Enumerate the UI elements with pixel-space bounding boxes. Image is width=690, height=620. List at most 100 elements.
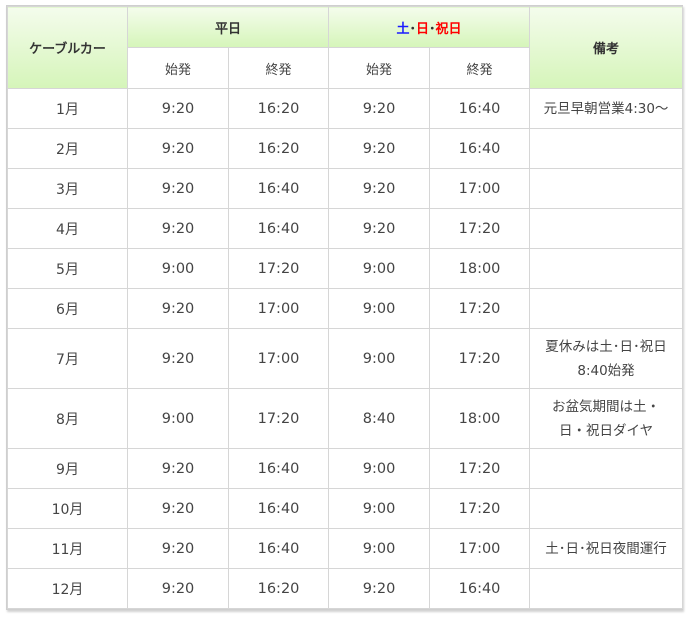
- weekday-first-cell: 9:20: [127, 208, 229, 249]
- holiday-last-cell: 18:00: [429, 388, 531, 449]
- note-cell: [529, 248, 684, 289]
- weekday-first-cell: 9:20: [127, 448, 229, 489]
- weekday-first-cell: 9:20: [127, 168, 229, 209]
- note-line: 日・祝日ダイヤ: [558, 422, 654, 439]
- note-line: 夏休みは土･日･祝日: [545, 338, 667, 355]
- weekday-last-cell: 16:20: [227, 128, 330, 169]
- table-row: 11月 9:20 16:40 9:00 17:00 土･日･祝日夜間運行: [7, 528, 684, 569]
- weekday-last-cell: 16:20: [227, 568, 330, 609]
- weekday-last-cell: 16:40: [227, 488, 330, 529]
- note-line: 8:40始発: [577, 362, 635, 379]
- note-line: お盆気期間は土・: [552, 398, 661, 415]
- holiday-first-cell: 9:00: [328, 528, 431, 569]
- month-cell: 7月: [7, 328, 128, 389]
- holiday-header: 土･日･祝日: [328, 6, 531, 48]
- table-row: 12月 9:20 16:20 9:20 16:40: [7, 568, 684, 609]
- holiday-first-cell: 9:00: [328, 448, 431, 489]
- timetable-container: ケーブルカー 平日 土･日･祝日 備考 始発 終発 始発 終発 1月 9:20 …: [6, 5, 684, 610]
- holiday-last-cell: 17:20: [429, 448, 531, 489]
- holiday-first-cell: 9:20: [328, 88, 431, 129]
- note-cell: [529, 208, 684, 249]
- holiday-last-header: 終発: [429, 47, 531, 89]
- note-cell: [529, 488, 684, 529]
- table-row: 5月 9:00 17:20 9:00 18:00: [7, 248, 684, 289]
- table-row: 7月 9:20 17:00 9:00 17:20 夏休みは土･日･祝日 8:40…: [7, 328, 684, 389]
- note-cell: [529, 168, 684, 209]
- cablecar-header: ケーブルカー: [7, 6, 128, 89]
- table-row: 4月 9:20 16:40 9:20 17:20: [7, 208, 684, 249]
- weekday-first-cell: 9:20: [127, 288, 229, 329]
- weekday-first-cell: 9:20: [127, 528, 229, 569]
- weekday-first-cell: 9:00: [127, 248, 229, 289]
- weekday-first-cell: 9:00: [127, 388, 229, 449]
- table-row: 8月 9:00 17:20 8:40 18:00 お盆気期間は土・ 日・祝日ダイ…: [7, 388, 684, 449]
- note-cell: 元旦早朝営業4:30～: [529, 88, 684, 129]
- month-cell: 8月: [7, 388, 128, 449]
- holiday-first-cell: 8:40: [328, 388, 431, 449]
- note-cell: [529, 568, 684, 609]
- holiday-first-cell: 9:00: [328, 328, 431, 389]
- holiday-first-cell: 9:20: [328, 128, 431, 169]
- weekday-last-cell: 17:00: [227, 288, 330, 329]
- weekday-first-header: 始発: [127, 47, 229, 89]
- weekday-last-cell: 16:40: [227, 168, 330, 209]
- note-cell: [529, 128, 684, 169]
- weekday-first-cell: 9:20: [127, 568, 229, 609]
- table-row: 1月 9:20 16:20 9:20 16:40 元旦早朝営業4:30～: [7, 88, 684, 129]
- table-row: 9月 9:20 16:40 9:00 17:20: [7, 448, 684, 489]
- table-row: 10月 9:20 16:40 9:00 17:20: [7, 488, 684, 529]
- sunday-label: 日: [416, 21, 430, 37]
- holiday-last-cell: 16:40: [429, 128, 531, 169]
- weekday-last-header: 終発: [227, 47, 330, 89]
- note-cell: [529, 448, 684, 489]
- holiday-first-cell: 9:00: [328, 288, 431, 329]
- weekday-first-cell: 9:20: [127, 328, 229, 389]
- month-cell: 9月: [7, 448, 128, 489]
- holiday-first-cell: 9:20: [328, 568, 431, 609]
- holiday-last-cell: 17:00: [429, 528, 531, 569]
- weekday-first-cell: 9:20: [127, 128, 229, 169]
- weekday-first-cell: 9:20: [127, 488, 229, 529]
- weekday-last-cell: 17:00: [227, 328, 330, 389]
- weekday-last-cell: 16:40: [227, 448, 330, 489]
- weekday-header: 平日: [126, 6, 330, 48]
- holiday-first-cell: 9:20: [328, 168, 431, 209]
- holiday-label: 祝日: [435, 21, 462, 37]
- table-row: 3月 9:20 16:40 9:20 17:00: [7, 168, 684, 209]
- weekday-last-cell: 16:20: [227, 88, 330, 129]
- month-cell: 1月: [7, 88, 128, 129]
- weekday-last-cell: 17:20: [227, 248, 330, 289]
- remarks-header: 備考: [529, 6, 684, 89]
- table-row: 6月 9:20 17:00 9:00 17:20: [7, 288, 684, 329]
- weekday-last-cell: 16:40: [227, 208, 330, 249]
- month-cell: 3月: [7, 168, 128, 209]
- weekday-first-cell: 9:20: [127, 88, 229, 129]
- holiday-first-header: 始発: [328, 47, 431, 89]
- holiday-last-cell: 17:20: [429, 328, 531, 389]
- holiday-last-cell: 17:20: [429, 488, 531, 529]
- holiday-last-cell: 18:00: [429, 248, 531, 289]
- holiday-last-cell: 16:40: [429, 88, 531, 129]
- month-cell: 6月: [7, 288, 128, 329]
- holiday-first-cell: 9:00: [328, 248, 431, 289]
- table-row: 2月 9:20 16:20 9:20 16:40: [7, 128, 684, 169]
- note-cell: お盆気期間は土・ 日・祝日ダイヤ: [529, 388, 684, 449]
- month-cell: 10月: [7, 488, 128, 529]
- holiday-last-cell: 17:00: [429, 168, 531, 209]
- weekday-last-cell: 17:20: [227, 388, 330, 449]
- holiday-first-cell: 9:20: [328, 208, 431, 249]
- holiday-last-cell: 17:20: [429, 288, 531, 329]
- holiday-last-cell: 16:40: [429, 568, 531, 609]
- month-cell: 12月: [7, 568, 128, 609]
- weekday-last-cell: 16:40: [227, 528, 330, 569]
- saturday-label: 土: [396, 21, 410, 37]
- holiday-first-cell: 9:00: [328, 488, 431, 529]
- note-cell: 夏休みは土･日･祝日 8:40始発: [529, 328, 684, 389]
- cablecar-timetable: ケーブルカー 平日 土･日･祝日 備考 始発 終発 始発 終発 1月 9:20 …: [7, 6, 684, 609]
- holiday-last-cell: 17:20: [429, 208, 531, 249]
- month-cell: 11月: [7, 528, 128, 569]
- header-row: ケーブルカー 平日 土･日･祝日 備考: [7, 6, 684, 89]
- note-cell: 土･日･祝日夜間運行: [529, 528, 684, 569]
- month-cell: 5月: [7, 248, 128, 289]
- month-cell: 2月: [7, 128, 128, 169]
